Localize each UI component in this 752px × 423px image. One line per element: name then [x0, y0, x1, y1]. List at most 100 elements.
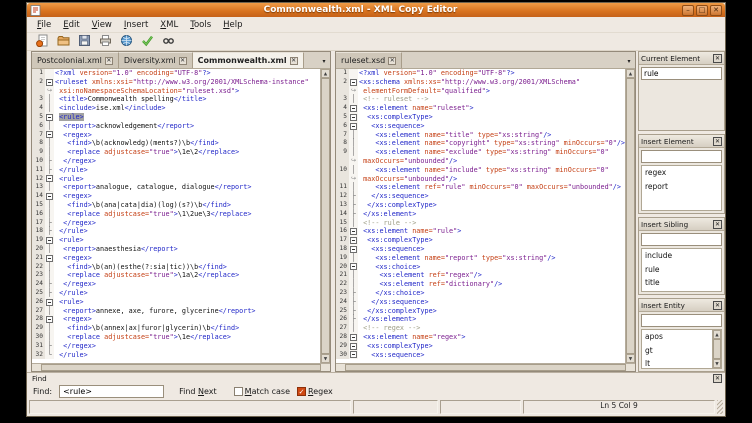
code-area-left[interactable]: 1<?xml version="1.0" encoding="UTF-8"?>2…	[32, 69, 320, 363]
menu-view[interactable]: View	[86, 19, 118, 31]
list-item[interactable]: rule	[642, 263, 721, 277]
minimize-button[interactable]: –	[682, 5, 694, 16]
resize-grip[interactable]	[717, 400, 723, 414]
regex-checkbox[interactable]: ✓	[297, 387, 306, 396]
scroll-thumb[interactable]	[321, 78, 330, 354]
tab-postcolonial-xml[interactable]: Postcolonial.xml✕	[32, 52, 119, 68]
tab-diversity-xml[interactable]: Diversity.xml✕	[119, 52, 193, 68]
validate-button[interactable]	[139, 34, 155, 49]
vertical-scrollbar[interactable]: ▲▼	[625, 69, 635, 363]
list-item[interactable]: apos	[642, 330, 712, 344]
code-line[interactable]: ↪ maxOccurs="unbounded"/>	[336, 175, 625, 184]
panel-insert-element-input[interactable]	[641, 150, 722, 163]
tab-close-icon[interactable]: ✕	[179, 57, 187, 65]
regex-label[interactable]: Regex	[308, 387, 333, 396]
code-line[interactable]: ↪ elementFormDefault="qualified">	[336, 87, 625, 96]
fold-collapse-icon[interactable]	[45, 298, 54, 307]
code-line[interactable]: 1<?xml version="1.0" encoding="UTF-8"?>	[32, 69, 320, 78]
panel-close-icon[interactable]: ✕	[713, 54, 722, 63]
fold-collapse-icon[interactable]	[349, 113, 358, 122]
code-line[interactable]: 11│ <xs:element ref="rule" minOccurs="0"…	[336, 183, 625, 192]
code-line[interactable]: 11├ </rule>	[32, 166, 320, 175]
panel-insert-sibling-input[interactable]	[641, 233, 722, 246]
tab-list-dropdown-icon[interactable]: ▾	[623, 55, 635, 68]
tab-list-dropdown-icon[interactable]: ▾	[318, 55, 330, 68]
code-line[interactable]: 25├ </rule>	[32, 289, 320, 298]
fold-collapse-icon[interactable]	[349, 342, 358, 351]
code-line[interactable]: 16 <xs:element name="rule">	[336, 227, 625, 236]
panel-current-element-input[interactable]	[641, 67, 722, 80]
vertical-scrollbar[interactable]: ▲▼	[320, 69, 330, 363]
code-line[interactable]: 19│ <xs:element name="report" type="xs:s…	[336, 254, 625, 263]
tab-close-icon[interactable]: ✕	[105, 57, 113, 65]
code-line[interactable]: 24├ </xs:sequence>	[336, 298, 625, 307]
code-line[interactable]: 22│ <find>\b(an)(esthe(?:sia|tic))\b</fi…	[32, 263, 320, 272]
code-line[interactable]: 6 <xs:sequence>	[336, 122, 625, 131]
code-line[interactable]: 28 <xs:element name="regex">	[336, 333, 625, 342]
code-line[interactable]: 5 <xs:complexType>	[336, 113, 625, 122]
code-line[interactable]: 2<xs:schema xmlns:xs="http://www.w3.org/…	[336, 78, 625, 87]
scroll-up-icon[interactable]: ▲	[626, 69, 635, 78]
code-line[interactable]: 25├ </xs:complexType>	[336, 307, 625, 316]
code-line[interactable]: 14├ </xs:element>	[336, 210, 625, 219]
match-case-checkbox[interactable]	[234, 387, 243, 396]
code-line[interactable]: 5 <rule>	[32, 113, 320, 122]
find-next-button[interactable]: Find Next	[179, 387, 217, 396]
code-line[interactable]: 27│ <report>annexe, axe, furore, glyceri…	[32, 307, 320, 316]
code-line[interactable]: 9│ <xs:element name="exclude" type="xs:s…	[336, 148, 625, 157]
code-line[interactable]: 6│ <report>acknowledgement</report>	[32, 122, 320, 131]
code-line[interactable]: 18├ </rule>	[32, 227, 320, 236]
panel-insert-entity-input[interactable]	[641, 314, 722, 327]
code-line[interactable]: 15│ <!-- rule -->	[336, 219, 625, 228]
code-line[interactable]: 20│ <report>anaesthesia</report>	[32, 245, 320, 254]
code-line[interactable]: 2<ruleset xmlns:xsi="http://www.w3.org/2…	[32, 78, 320, 87]
code-line[interactable]: 13├ </xs:complexType>	[336, 201, 625, 210]
code-line[interactable]: 3│ <!-- ruleset -->	[336, 95, 625, 104]
code-line[interactable]: 12├ </xs:sequence>	[336, 192, 625, 201]
menu-file[interactable]: File	[31, 19, 57, 31]
horizontal-scrollbar[interactable]	[32, 363, 330, 371]
code-line[interactable]: 24├ </regex>	[32, 280, 320, 289]
code-line[interactable]: 8│ <find>\b(acknowledg)(ments?)\b</find>	[32, 139, 320, 148]
code-line[interactable]: 3│ <title>Commonwealth spelling</title>	[32, 95, 320, 104]
list-item[interactable]: report	[642, 180, 721, 194]
fold-collapse-icon[interactable]	[45, 254, 54, 263]
code-line[interactable]: 30 <xs:sequence>	[336, 351, 625, 360]
code-line[interactable]: 1<?xml version="1.0" encoding="UTF-8"?>	[336, 69, 625, 78]
code-line[interactable]: 4 <xs:element name="ruleset">	[336, 104, 625, 113]
web-preview-button[interactable]	[118, 34, 134, 49]
menu-help[interactable]: Help	[217, 19, 248, 31]
code-line[interactable]: 14 <regex>	[32, 192, 320, 201]
code-line[interactable]: 7 <regex>	[32, 131, 320, 140]
code-line[interactable]: 26 <rule>	[32, 298, 320, 307]
save-button[interactable]	[76, 34, 92, 49]
code-line[interactable]: 31├ </regex>	[32, 342, 320, 351]
code-line[interactable]: 4│ <include>ise.xml</include>	[32, 104, 320, 113]
code-line[interactable]: 20 <xs:choice>	[336, 263, 625, 272]
match-case-label[interactable]: Match case	[245, 387, 290, 396]
scroll-down-icon[interactable]: ▼	[626, 354, 635, 363]
menu-edit[interactable]: Edit	[57, 19, 85, 31]
scroll-thumb[interactable]	[713, 339, 721, 359]
code-line[interactable]: 7│ <xs:element name="title" type="xs:str…	[336, 131, 625, 140]
code-line[interactable]: 13│ <report>analogue, catalogue, dialogu…	[32, 183, 320, 192]
menu-insert[interactable]: Insert	[118, 19, 154, 31]
code-line[interactable]: 28 <regex>	[32, 315, 320, 324]
code-line[interactable]: 12 <rule>	[32, 175, 320, 184]
code-line[interactable]: 32└ </rule>	[32, 351, 320, 360]
scroll-down-icon[interactable]: ▼	[321, 354, 330, 363]
tab-close-icon[interactable]: ✕	[290, 57, 298, 65]
list-scrollbar[interactable]: ▲▼	[712, 330, 721, 368]
code-line[interactable]: 21│ <xs:element ref="regex"/>	[336, 271, 625, 280]
code-line[interactable]: 17├ </regex>	[32, 219, 320, 228]
code-line[interactable]: 18 <xs:sequence>	[336, 245, 625, 254]
fold-collapse-icon[interactable]	[349, 227, 358, 236]
code-line[interactable]: 17 <xs:complexType>	[336, 236, 625, 245]
scroll-down-icon[interactable]: ▼	[713, 359, 721, 368]
fold-collapse-icon[interactable]	[349, 333, 358, 342]
fold-collapse-icon[interactable]	[45, 131, 54, 140]
scroll-up-icon[interactable]: ▲	[713, 330, 721, 339]
fold-collapse-icon[interactable]	[45, 192, 54, 201]
list-item[interactable]: gt	[642, 344, 712, 358]
code-line[interactable]: ↪ maxOccurs="unbounded"/>	[336, 157, 625, 166]
